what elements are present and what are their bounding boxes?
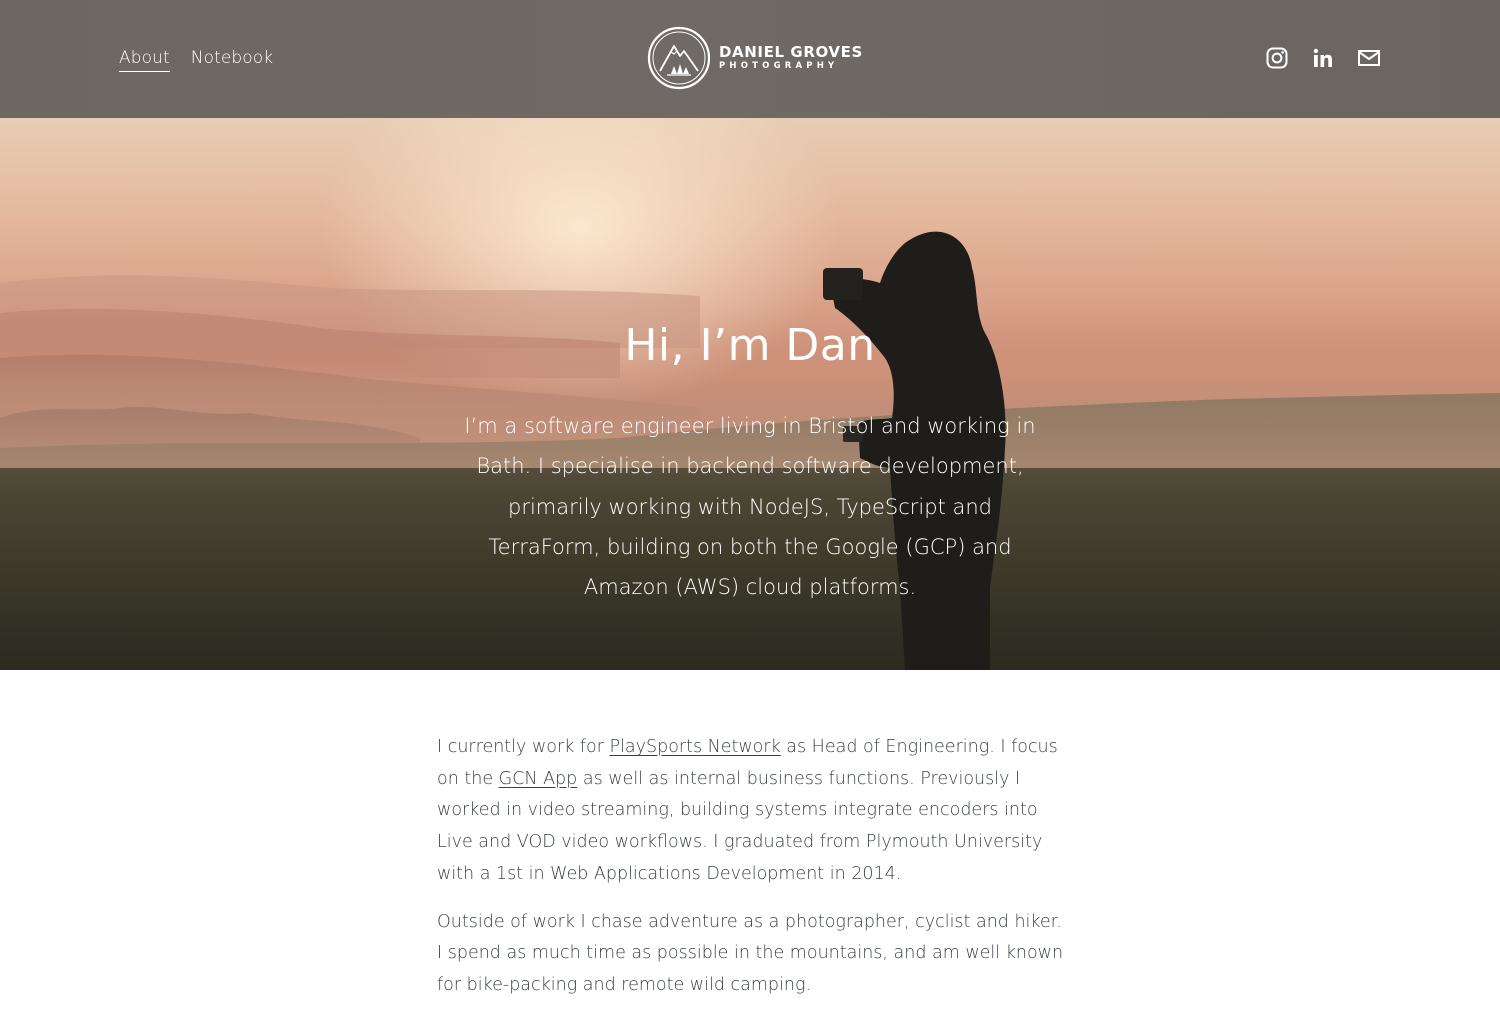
linkedin-icon[interactable] (1311, 46, 1335, 70)
logo-text: DANIEL GROVES PHOTOGRAPHY (719, 44, 863, 72)
nav-notebook[interactable]: Notebook (191, 45, 273, 72)
social-links (1265, 46, 1381, 70)
email-icon[interactable] (1357, 46, 1381, 70)
about-paragraph-work: I currently work for PlaySports Network … (437, 732, 1067, 891)
nav-about[interactable]: About (119, 45, 170, 72)
hero-intro-text: I’m a software engineer living in Bristo… (464, 414, 1036, 600)
about-content: I currently work for PlaySports Network … (437, 732, 1067, 1018)
about-paragraph-hobbies: Outside of work I chase adventure as a p… (437, 911, 1064, 995)
hero-banner: Hi, I’m Dan I’m a software engineer livi… (0, 118, 1500, 670)
playsports-network-link[interactable]: PlaySports Network (609, 737, 780, 757)
site-header: About Notebook DANIEL GROVES PHOTOGRAPHY (0, 0, 1500, 118)
hero-title: Hi, I’m Dan (624, 320, 876, 371)
logo-mountain-icon (647, 26, 711, 90)
text-segment: I currently work for (437, 737, 610, 757)
main-nav: About Notebook (119, 45, 273, 72)
gcn-app-link[interactable]: GCN App (499, 769, 578, 789)
site-logo[interactable]: DANIEL GROVES PHOTOGRAPHY (647, 26, 863, 90)
logo-subtitle: PHOTOGRAPHY (719, 61, 839, 71)
instagram-icon[interactable] (1265, 46, 1289, 70)
logo-name: DANIEL GROVES (719, 43, 863, 61)
